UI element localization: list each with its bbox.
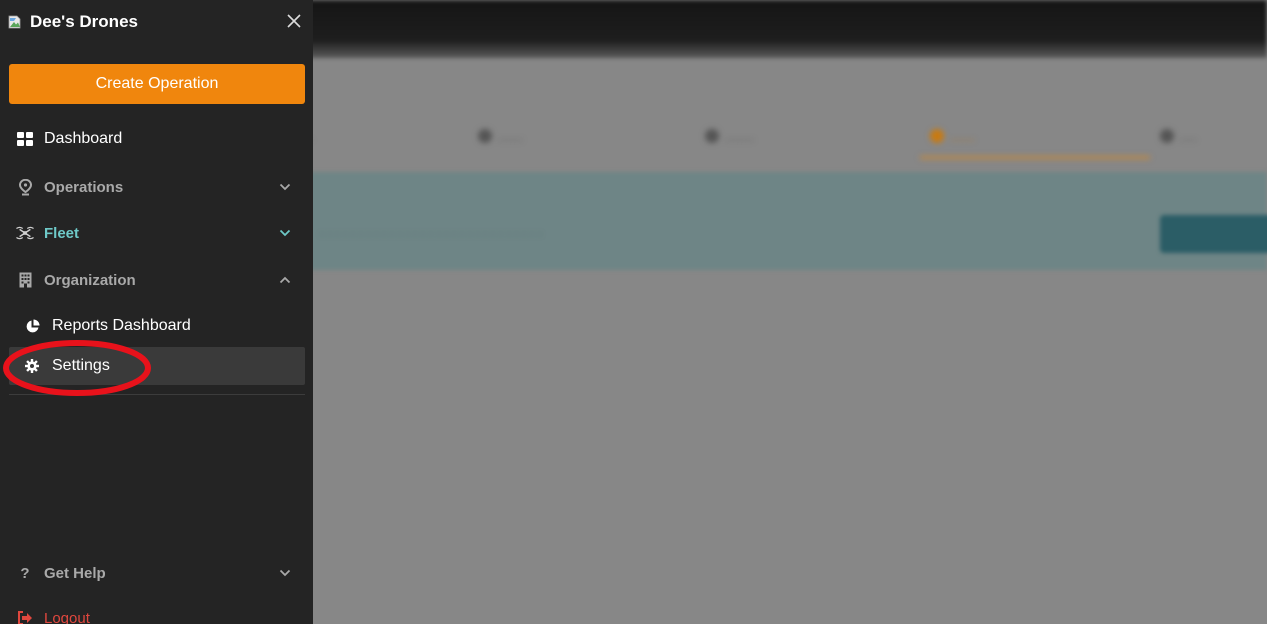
logout-icon <box>16 609 34 624</box>
sub-item-reports-dashboard[interactable]: Reports Dashboard <box>9 307 305 345</box>
background-tab-active: ...... <box>930 128 975 145</box>
background-tab: ....... <box>705 128 754 145</box>
nav-item-label: Dashboard <box>44 130 123 147</box>
nav-item-get-help[interactable]: ? Get Help <box>0 553 313 593</box>
create-operation-button[interactable]: Create Operation <box>9 64 305 104</box>
dashboard-grid-icon <box>16 130 34 148</box>
background-banner-button <box>1160 215 1267 253</box>
background-tab-underline <box>920 156 1150 159</box>
sub-item-label: Reports Dashboard <box>52 317 191 334</box>
brand-name: Dee's Drones <box>30 12 138 31</box>
sub-item-label: Settings <box>52 357 110 374</box>
nav-item-logout[interactable]: Logout <box>0 598 313 624</box>
drone-icon <box>16 224 34 242</box>
background-tab: ...... <box>478 128 523 145</box>
brand[interactable]: Dee's Drones <box>8 10 138 34</box>
nav-item-label: Fleet <box>44 224 80 242</box>
sub-item-settings[interactable]: Settings <box>9 347 305 385</box>
nav-item-label: Organization <box>44 271 136 289</box>
chevron-down-icon <box>279 181 291 193</box>
chevron-down-icon <box>279 227 291 239</box>
close-x-glyph <box>287 14 301 28</box>
navigation-drawer: Dee's Drones Create Operation Dashboard … <box>0 0 313 624</box>
chevron-down-icon <box>279 567 291 579</box>
background-banner <box>300 172 1267 270</box>
pie-chart-icon <box>24 318 40 334</box>
chevron-up-icon <box>279 274 291 286</box>
close-icon[interactable] <box>284 10 304 32</box>
nav-item-fleet[interactable]: Fleet <box>0 213 313 253</box>
background-tab: .... <box>1160 128 1197 145</box>
building-icon <box>16 271 34 289</box>
nav-item-label: Get Help <box>44 564 106 582</box>
map-pin-icon <box>16 178 34 196</box>
question-glyph: ? <box>20 564 30 582</box>
gear-icon <box>24 358 40 374</box>
background-banner-text: . . . . . . . . . . . . . . . . . . . . … <box>320 222 542 238</box>
nav-item-dashboard[interactable]: Dashboard <box>0 119 313 159</box>
nav-item-operations[interactable]: Operations <box>0 167 313 207</box>
drawer-divider <box>9 394 305 395</box>
broken-image-icon <box>8 15 21 29</box>
nav-item-label: Operations <box>44 178 124 196</box>
question-icon: ? <box>16 564 34 582</box>
nav-item-organization[interactable]: Organization <box>0 260 313 300</box>
nav-item-label: Logout <box>44 609 90 624</box>
